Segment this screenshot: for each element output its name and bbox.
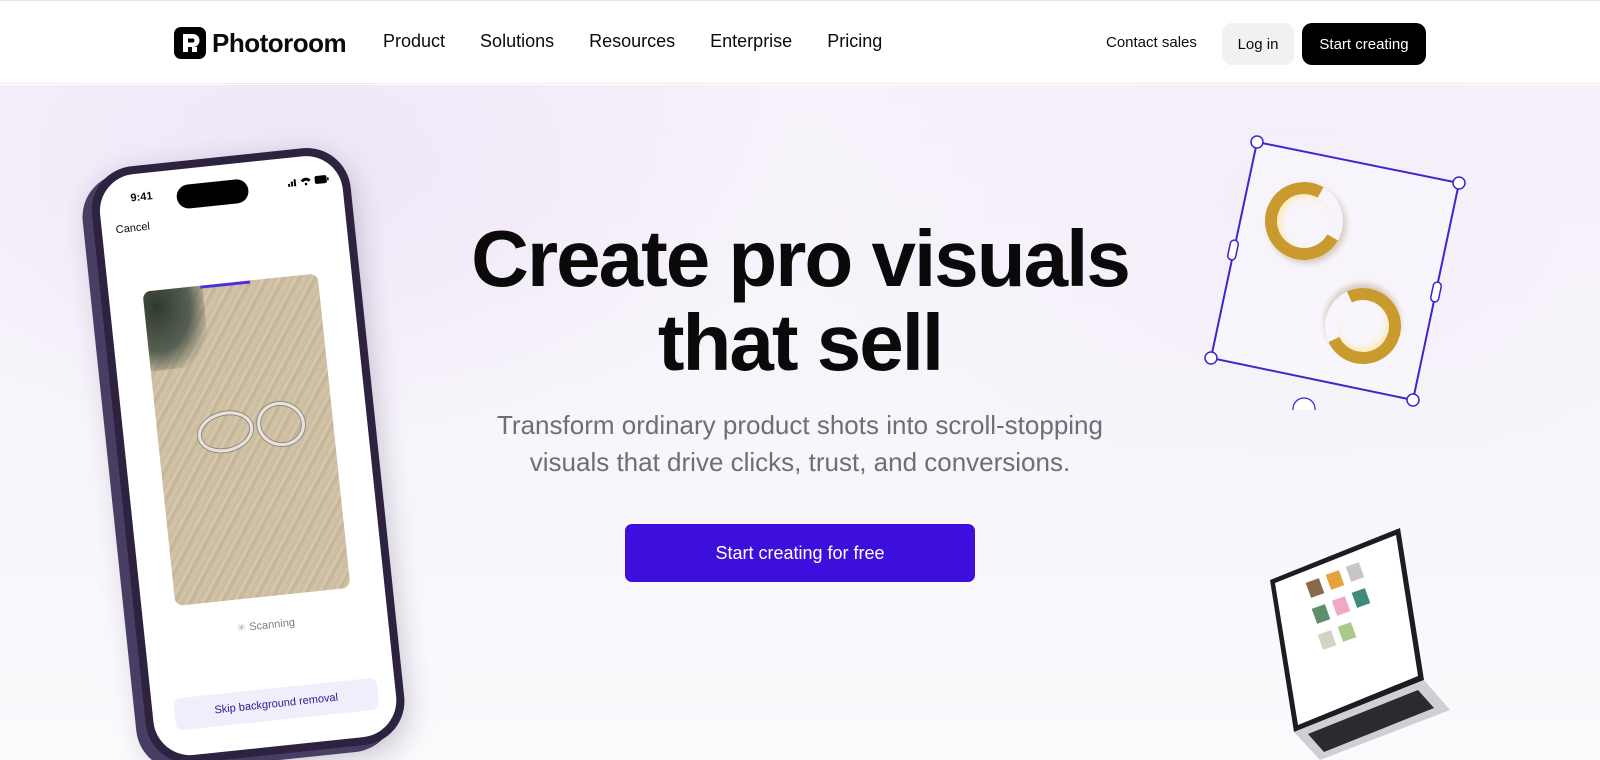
phone-screen: 9:41 Cancel ✳ Scanning Skip background r… [96, 152, 400, 759]
silver-earring-left [193, 405, 258, 459]
subtitle-line-2: visuals that drive clicks, trust, and co… [529, 447, 1071, 477]
cancel-link[interactable]: Cancel [115, 221, 150, 237]
hero-headline: Create pro visuals that sell [400, 217, 1200, 385]
laptop-mockup [1250, 520, 1450, 760]
logo-text: Photoroom [212, 27, 347, 58]
earrings-selection[interactable] [1195, 110, 1485, 421]
plant-shadow [142, 285, 211, 372]
nav-solutions[interactable]: Solutions [480, 31, 554, 52]
logo-mark-icon [174, 27, 206, 59]
status-bar-icons [287, 175, 329, 187]
nav-enterprise[interactable]: Enterprise [710, 31, 792, 52]
rotate-handle-icon[interactable] [1292, 397, 1316, 421]
nav-pricing[interactable]: Pricing [827, 31, 882, 52]
login-button[interactable]: Log in [1222, 23, 1294, 65]
start-creating-button[interactable]: Start creating [1302, 23, 1426, 65]
contact-sales-link[interactable]: Contact sales [1106, 34, 1197, 51]
scanning-status: ✳ Scanning [144, 606, 388, 644]
hero-subtitle: Transform ordinary product shots into sc… [450, 407, 1150, 481]
site-header: Photoroom Product Solutions Resources En… [0, 0, 1600, 84]
scanning-label: Scanning [248, 616, 296, 634]
earring-photo [142, 273, 351, 607]
silver-earring-right [252, 397, 310, 451]
subtitle-line-1: Transform ordinary product shots into sc… [497, 410, 1103, 440]
skip-background-removal-button[interactable]: Skip background removal [173, 677, 380, 731]
nav-product[interactable]: Product [383, 31, 445, 52]
selection-frame [1204, 135, 1466, 421]
nav-resources[interactable]: Resources [589, 31, 675, 52]
headline-line-1: Create pro visuals [471, 214, 1131, 303]
headline-line-2: that sell [657, 298, 944, 387]
start-creating-free-button[interactable]: Start creating for free [625, 524, 975, 582]
photoroom-logo[interactable]: Photoroom [174, 27, 347, 59]
dynamic-island [175, 178, 250, 210]
scan-progress-line [200, 280, 251, 289]
hero-section: Create pro visuals that sell Transform o… [0, 85, 1600, 760]
status-time: 9:41 [129, 190, 154, 205]
main-nav: Product Solutions Resources Enterprise P… [383, 31, 917, 52]
phone-frame: 9:41 Cancel ✳ Scanning Skip background r… [87, 143, 409, 760]
phone-mockup: 9:41 Cancel ✳ Scanning Skip background r… [87, 138, 458, 760]
